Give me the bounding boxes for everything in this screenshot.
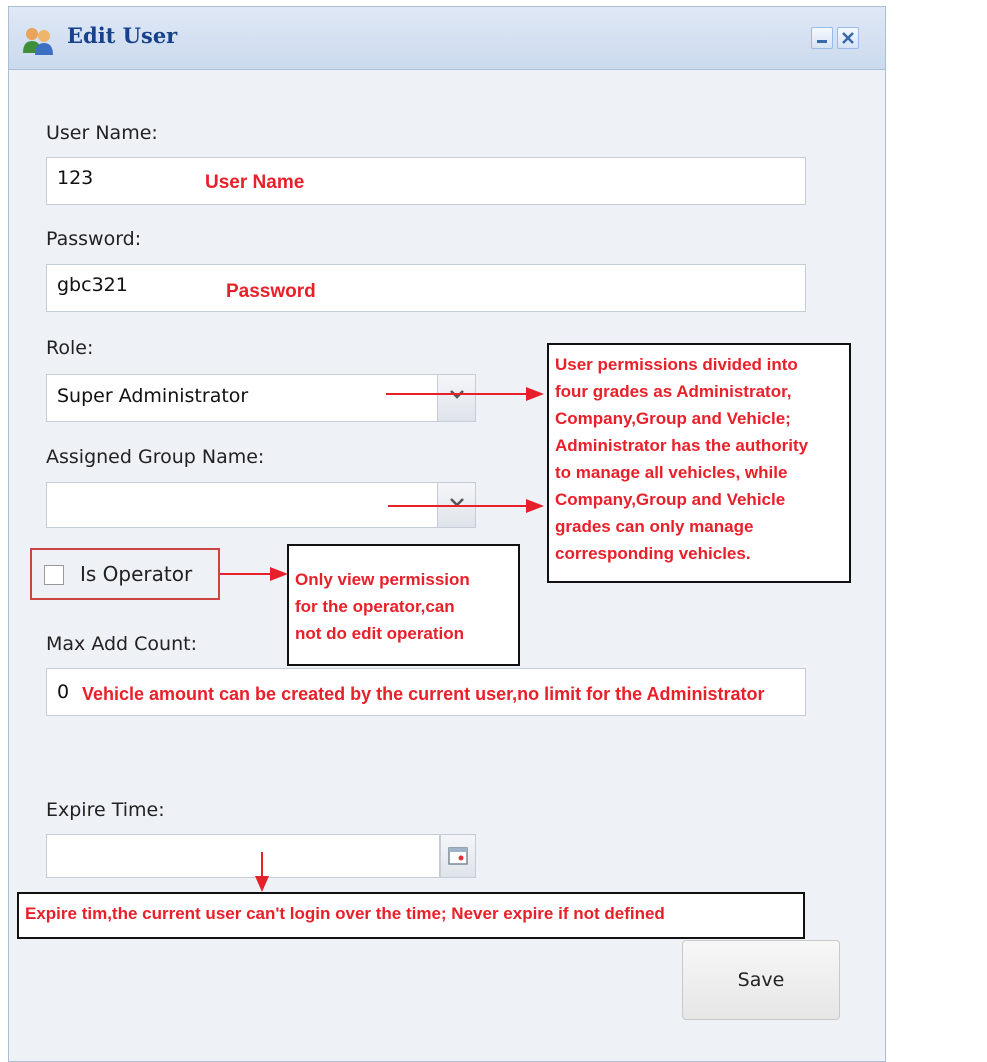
expire-arrow bbox=[255, 852, 269, 892]
role-arrow bbox=[386, 387, 544, 401]
annotation-arrows bbox=[220, 387, 544, 892]
operator-arrow bbox=[220, 567, 288, 581]
group-arrow bbox=[388, 499, 544, 513]
